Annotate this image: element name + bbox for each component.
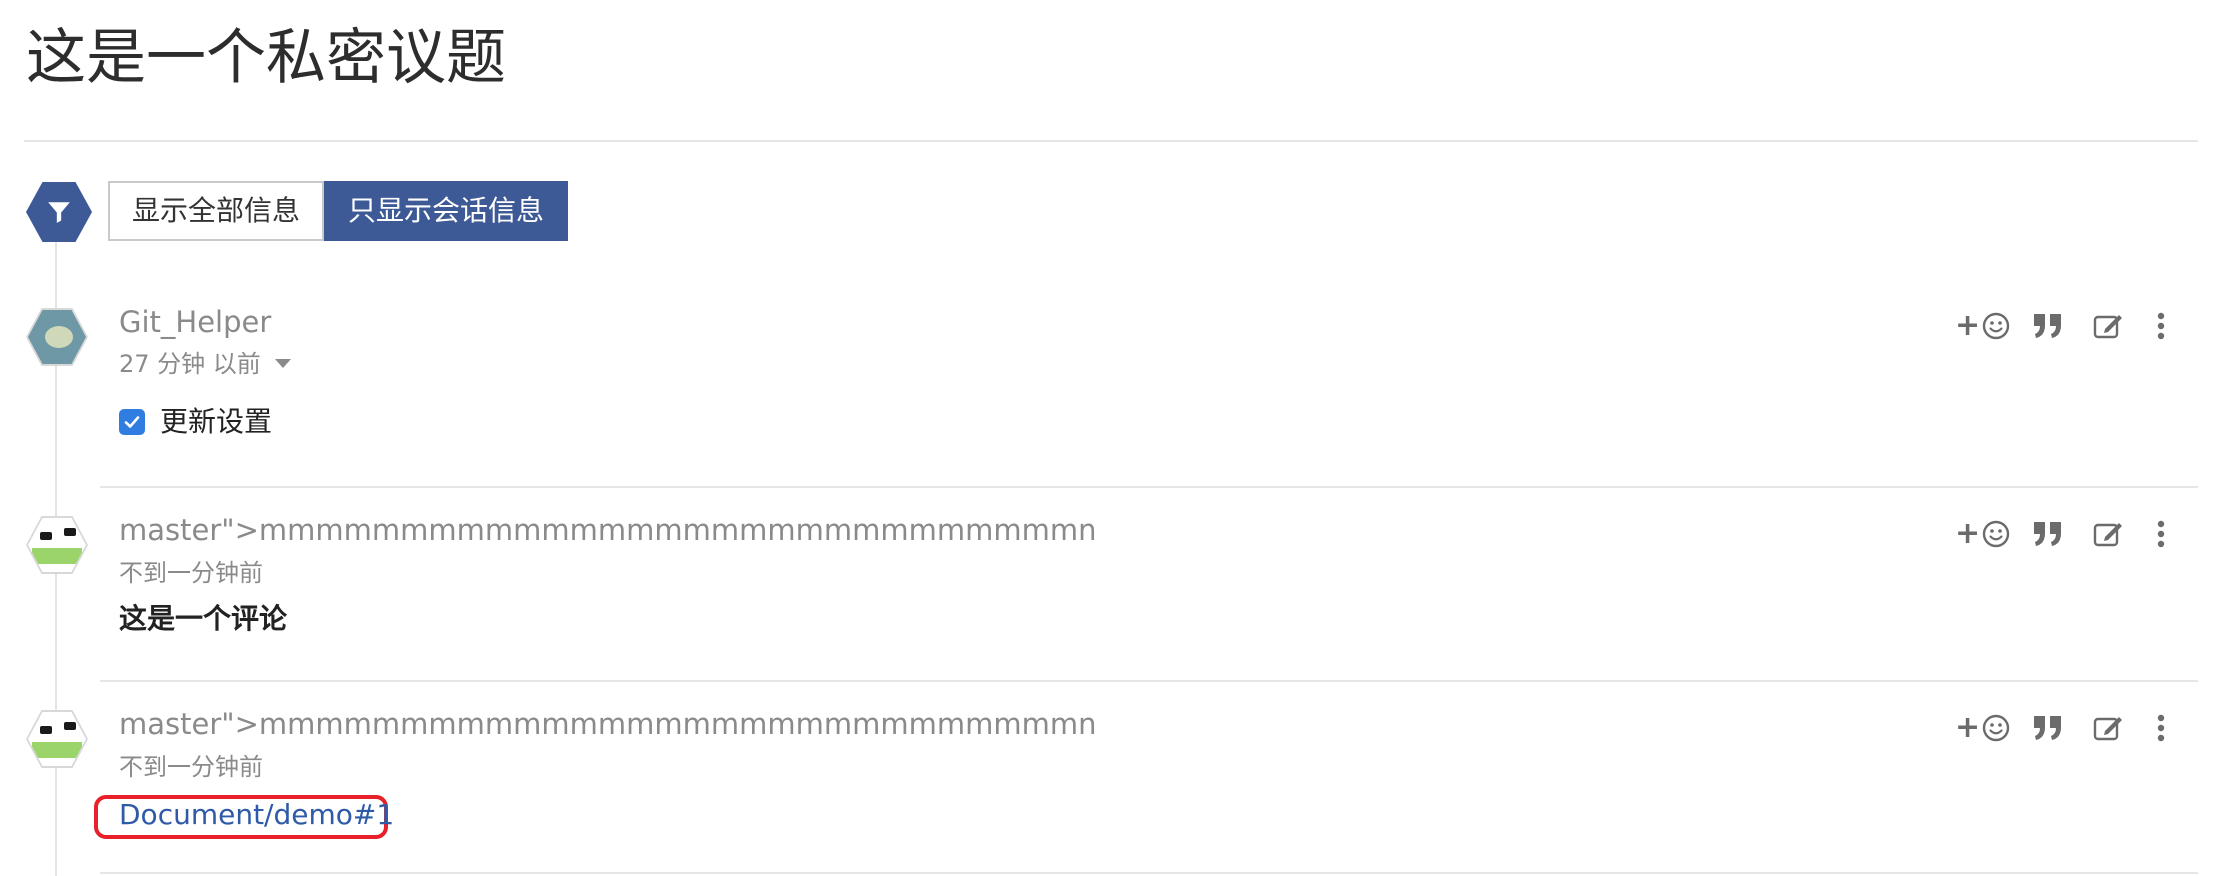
avatar-image — [28, 518, 86, 572]
quote-button[interactable] — [2032, 710, 2064, 746]
smiley-icon — [1982, 520, 2010, 548]
quote-icon — [2034, 314, 2061, 338]
show-conversation-only-button[interactable]: 只显示会话信息 — [324, 181, 569, 241]
comment-divider — [100, 680, 2198, 682]
comment-divider — [100, 872, 2198, 874]
comment-time[interactable]: 27 分钟 以前 — [119, 348, 291, 380]
more-options-button[interactable] — [2155, 516, 2167, 552]
quote-button[interactable] — [2032, 308, 2064, 344]
plus-label: + — [1955, 308, 1981, 343]
filter-icon — [26, 182, 92, 242]
comment-divider — [100, 486, 2198, 488]
more-options-button[interactable] — [2155, 710, 2167, 746]
checkmark-icon — [124, 416, 140, 428]
quote-button[interactable] — [2032, 516, 2064, 552]
avatar[interactable] — [26, 308, 88, 366]
plus-label: + — [1955, 516, 1981, 551]
smiley-icon — [1982, 312, 2010, 340]
funnel-icon — [48, 202, 70, 223]
issue-reference-link[interactable]: Document/demo#1 — [119, 797, 394, 833]
edit-icon — [2093, 717, 2122, 741]
title-divider — [24, 140, 2198, 142]
comment-actions: + — [1955, 710, 2195, 746]
edit-icon — [2093, 315, 2122, 339]
add-reaction-button[interactable]: + — [1955, 308, 2011, 344]
avatar[interactable] — [26, 710, 88, 768]
avatar-image — [28, 712, 86, 766]
chevron-down-icon[interactable] — [274, 358, 291, 368]
edit-button[interactable] — [2092, 710, 2124, 746]
quote-icon — [2034, 716, 2061, 740]
edit-button[interactable] — [2092, 516, 2124, 552]
smiley-icon — [1982, 714, 2010, 742]
edit-button[interactable] — [2092, 308, 2124, 344]
show-all-button[interactable]: 显示全部信息 — [108, 181, 325, 241]
more-options-icon — [2157, 520, 2165, 548]
quote-icon — [2034, 522, 2061, 546]
comment-author[interactable]: Git_Helper — [119, 304, 271, 340]
comment-author[interactable]: master">mmmmmmmmmmmmmmmmmmmmmmmmmmmmmn — [119, 512, 1097, 548]
task-label: 更新设置 — [160, 405, 273, 438]
page-title: 这是一个私密议题 — [26, 23, 506, 93]
add-reaction-button[interactable]: + — [1955, 710, 2011, 746]
comment-body: 这是一个评论 — [119, 602, 288, 635]
comment-author[interactable]: master">mmmmmmmmmmmmmmmmmmmmmmmmmmmmmn — [119, 706, 1097, 742]
comment-time[interactable]: 不到一分钟前 — [119, 751, 263, 783]
avatar[interactable] — [26, 516, 88, 574]
add-reaction-button[interactable]: + — [1955, 516, 2011, 552]
comment-time-text: 27 分钟 以前 — [119, 350, 261, 378]
avatar-image — [28, 310, 86, 364]
comment-actions: + — [1955, 308, 2195, 344]
more-options-icon — [2157, 312, 2165, 340]
more-options-button[interactable] — [2155, 308, 2167, 344]
more-options-icon — [2157, 714, 2165, 742]
comment-time[interactable]: 不到一分钟前 — [119, 557, 263, 589]
edit-icon — [2093, 523, 2122, 547]
filter-toggle-group: 显示全部信息 只显示会话信息 — [108, 181, 569, 241]
plus-label: + — [1955, 710, 1981, 745]
comment-actions: + — [1955, 516, 2195, 552]
task-checkbox[interactable] — [119, 409, 145, 435]
